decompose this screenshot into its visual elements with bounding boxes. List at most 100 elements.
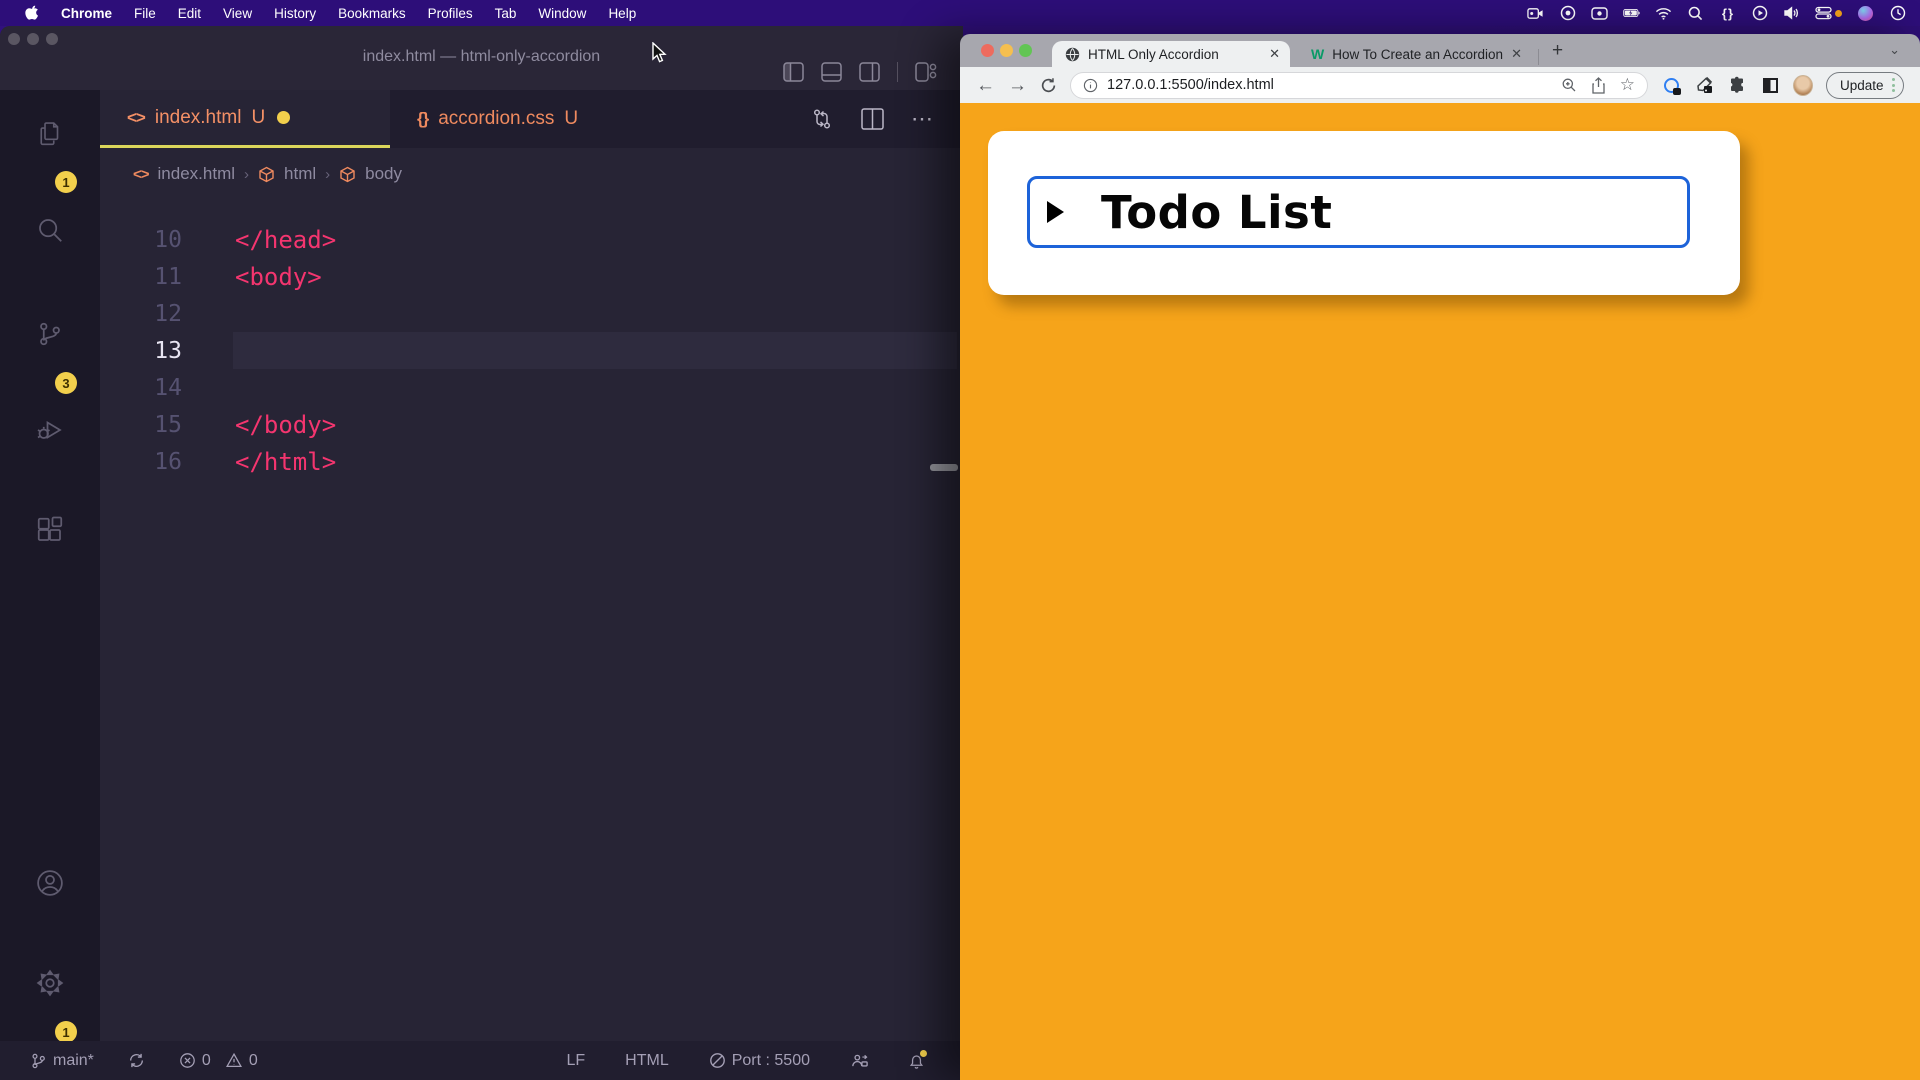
zoom-window-button[interactable]: [1019, 44, 1032, 57]
code-line[interactable]: 16 </html>: [100, 443, 963, 480]
update-chrome-button[interactable]: Update: [1826, 72, 1904, 99]
close-tab-icon[interactable]: ✕: [1269, 46, 1280, 62]
toggle-secondary-sidebar-icon[interactable]: [859, 62, 880, 82]
menu-help[interactable]: Help: [597, 6, 647, 21]
menu-edit[interactable]: Edit: [167, 6, 212, 21]
apple-logo-icon[interactable]: [14, 5, 50, 21]
explorer-icon[interactable]: [35, 118, 65, 148]
live-share-icon[interactable]: [850, 1052, 868, 1070]
line-text: <body>: [235, 263, 322, 291]
code-line[interactable]: 12: [100, 295, 963, 332]
language-mode[interactable]: HTML: [625, 1052, 669, 1070]
port-label: Port : 5500: [732, 1052, 810, 1070]
sync-status[interactable]: [128, 1052, 145, 1069]
menu-file[interactable]: File: [123, 6, 167, 21]
git-branch-status[interactable]: main*: [30, 1052, 94, 1070]
code-editor[interactable]: 10</head> 11<body> 12 13 14 15</body> 16…: [100, 200, 963, 1041]
line-number: 15: [100, 412, 182, 438]
line-text: </html>: [235, 448, 336, 476]
url-text[interactable]: 127.0.0.1:5500/index.html: [1107, 77, 1552, 93]
siri-icon[interactable]: [1857, 5, 1874, 22]
code-line[interactable]: 15</body>: [100, 406, 963, 443]
site-info-icon[interactable]: [1083, 78, 1098, 93]
reload-button[interactable]: [1040, 77, 1057, 94]
run-debug-icon[interactable]: [35, 415, 65, 445]
code-braces-icon[interactable]: { }: [1719, 5, 1736, 22]
line-number: 12: [100, 301, 182, 327]
address-bar[interactable]: 127.0.0.1:5500/index.html ☆: [1070, 72, 1648, 99]
tab-search-chevron-icon[interactable]: ⌄: [1889, 42, 1900, 58]
toggle-panel-icon[interactable]: [821, 62, 842, 82]
scrollbar-handle[interactable]: [930, 464, 958, 471]
onepassword-extension-icon[interactable]: [1661, 75, 1681, 95]
new-tab-button[interactable]: +: [1552, 40, 1563, 62]
editor-tab-accordion-css[interactable]: {} accordion.css U: [390, 90, 680, 148]
menu-view[interactable]: View: [212, 6, 263, 21]
browser-tab-active[interactable]: HTML Only Accordion ✕: [1052, 41, 1290, 67]
spotlight-search-icon[interactable]: [1687, 5, 1704, 22]
back-button[interactable]: ←: [976, 76, 995, 95]
menu-history[interactable]: History: [263, 6, 327, 21]
clock-icon[interactable]: [1889, 5, 1906, 22]
toggle-sidebar-icon[interactable]: [783, 62, 804, 82]
extensions-icon[interactable]: [35, 515, 65, 545]
menu-bookmarks[interactable]: Bookmarks: [327, 6, 417, 21]
battery-charging-icon[interactable]: [1623, 5, 1640, 22]
code-line[interactable]: 11<body>: [100, 258, 963, 295]
problems-status[interactable]: 0 0: [179, 1052, 258, 1070]
control-center-icon[interactable]: [1815, 5, 1842, 22]
menu-profiles[interactable]: Profiles: [417, 6, 484, 21]
error-count: 0: [202, 1052, 211, 1070]
screen-share-icon[interactable]: [1591, 5, 1608, 22]
editor-tab-index-html[interactable]: <> index.html U: [100, 90, 390, 148]
details-marker-triangle-icon[interactable]: [1047, 201, 1064, 223]
customize-layout-icon[interactable]: [915, 62, 937, 82]
live-server-port[interactable]: Port : 5500: [709, 1052, 810, 1070]
code-line[interactable]: 10</head>: [100, 221, 963, 258]
forward-button[interactable]: →: [1008, 76, 1027, 95]
menu-chrome[interactable]: Chrome: [50, 6, 123, 21]
zoom-page-icon[interactable]: [1561, 77, 1577, 93]
wifi-icon[interactable]: [1655, 5, 1672, 22]
minimize-window-button[interactable]: [27, 33, 39, 45]
symbol-box-icon: [258, 166, 275, 183]
open-changes-icon[interactable]: [810, 107, 834, 131]
line-number: 16: [100, 449, 182, 475]
share-icon[interactable]: [1591, 77, 1606, 94]
html-file-icon: <>: [133, 166, 149, 183]
breadcrumb-file[interactable]: index.html: [158, 164, 235, 184]
breadcrumb-body[interactable]: body: [365, 164, 402, 184]
account-icon[interactable]: [35, 868, 65, 898]
bookmark-star-icon[interactable]: ☆: [1620, 75, 1635, 95]
search-icon[interactable]: [35, 215, 65, 245]
extensions-puzzle-icon[interactable]: [1727, 75, 1747, 95]
eol-indicator[interactable]: LF: [566, 1052, 585, 1070]
notifications-bell-icon[interactable]: [908, 1052, 925, 1070]
profile-avatar[interactable]: [1793, 75, 1813, 95]
browser-tab[interactable]: W How To Create an Accordion ✕: [1298, 41, 1532, 67]
darkmode-extension-icon[interactable]: [1760, 75, 1780, 95]
vscode-titlebar[interactable]: index.html — html-only-accordion: [0, 26, 963, 90]
minimize-window-button[interactable]: [1000, 44, 1013, 57]
menu-window[interactable]: Window: [527, 6, 597, 21]
breadcrumb-html[interactable]: html: [284, 164, 316, 184]
more-actions-icon[interactable]: ⋯: [911, 106, 935, 132]
colorpicker-extension-icon[interactable]: [1694, 75, 1714, 95]
record-icon[interactable]: [1559, 5, 1576, 22]
accordion-summary[interactable]: Todo List: [1027, 176, 1690, 248]
close-tab-icon[interactable]: ✕: [1511, 46, 1522, 62]
port-icon: [709, 1052, 726, 1069]
code-line[interactable]: 14: [100, 369, 963, 406]
settings-gear-icon[interactable]: [35, 968, 65, 998]
menu-tab[interactable]: Tab: [484, 6, 528, 21]
unsaved-dot-icon[interactable]: [277, 111, 290, 124]
volume-icon[interactable]: [1783, 5, 1800, 22]
close-window-button[interactable]: [981, 44, 994, 57]
play-circle-icon[interactable]: [1751, 5, 1768, 22]
video-camera-icon[interactable]: [1527, 5, 1544, 22]
source-control-icon[interactable]: [35, 319, 65, 349]
split-editor-icon[interactable]: [861, 108, 884, 130]
close-window-button[interactable]: [8, 33, 20, 45]
zoom-window-button[interactable]: [46, 33, 58, 45]
code-line-current[interactable]: 13: [100, 332, 963, 369]
